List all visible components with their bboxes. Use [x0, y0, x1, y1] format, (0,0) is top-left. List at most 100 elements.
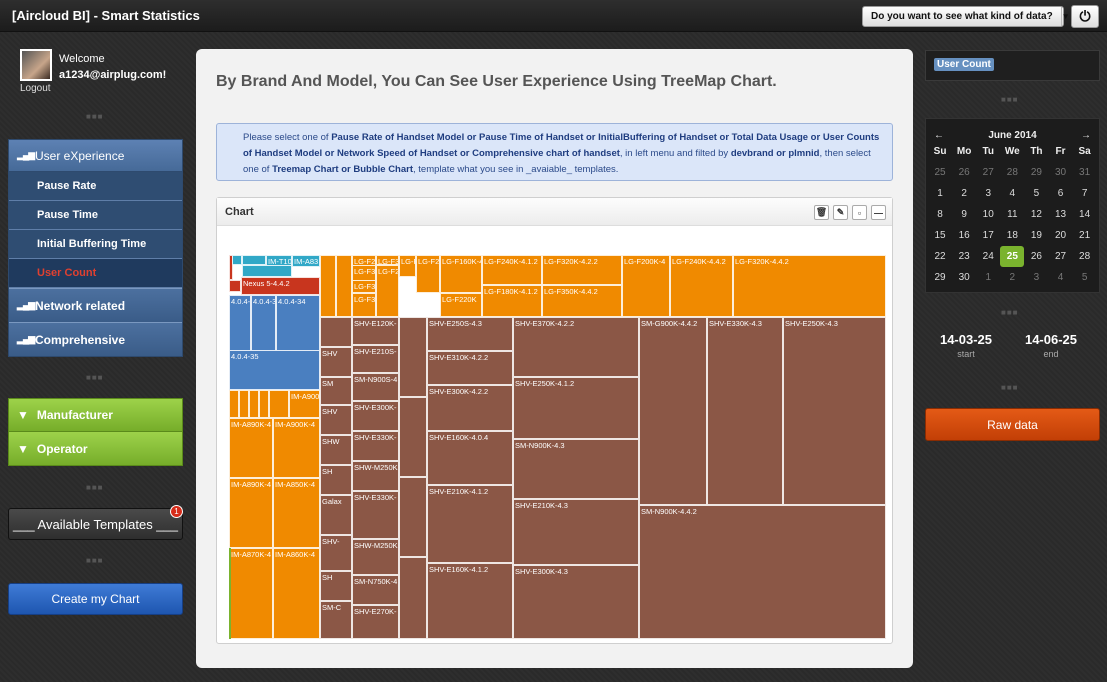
treemap-cell[interactable]: SHV-E330K- — [352, 491, 399, 539]
nav-item-pause-time[interactable]: Pause Time — [9, 201, 182, 230]
treemap-cell[interactable] — [259, 390, 269, 418]
calendar-day[interactable]: 23 — [952, 246, 976, 267]
treemap-cell[interactable] — [336, 255, 352, 317]
treemap-cell[interactable]: LG-F32 — [352, 293, 376, 317]
nav-user-experience[interactable]: ▂▄▆ User eXperience — [9, 140, 182, 172]
treemap-cell[interactable]: LG-F32 — [399, 255, 416, 277]
calendar-day[interactable]: 9 — [952, 204, 976, 225]
treemap-cell[interactable]: SHV-E300K-4.2.2 — [427, 385, 513, 431]
treemap-cell[interactable]: SHV-E330K-4.3 — [707, 317, 783, 505]
treemap-cell[interactable]: SHV-E210S- — [352, 345, 399, 373]
treemap-cell[interactable]: IM-A850K-4 — [273, 478, 320, 548]
calendar-day[interactable]: 28 — [1000, 162, 1024, 183]
treemap-cell[interactable]: SM-G900K-4.4.2 — [639, 317, 707, 505]
calendar-day[interactable]: 27 — [976, 162, 1000, 183]
treemap-cell[interactable]: LG-F200K-4 — [622, 255, 670, 317]
calendar-day[interactable]: 22 — [928, 246, 952, 267]
filter-operator[interactable]: ▼ Operator — [9, 432, 182, 465]
calendar-day[interactable]: 5 — [1024, 183, 1048, 204]
treemap-cell[interactable]: SM-C — [320, 601, 352, 639]
treemap-cell[interactable] — [269, 390, 289, 418]
available-templates-button[interactable]: ___ Available Templates ___ — [8, 508, 183, 540]
calendar-day[interactable]: 30 — [1048, 162, 1072, 183]
treemap-cell[interactable]: SHV-E300K- — [352, 401, 399, 431]
calendar-day[interactable]: 6 — [1048, 183, 1072, 204]
power-icon[interactable]: ⏻ — [1071, 5, 1099, 28]
calendar-day[interactable]: 3 — [976, 183, 1000, 204]
filter-manufacturer[interactable]: ▼ Manufacturer — [9, 399, 182, 432]
treemap-cell[interactable]: Galax — [320, 495, 352, 535]
treemap-cell[interactable]: Nexus 5-4.4.2 — [241, 277, 320, 295]
calendar-day[interactable]: 4 — [1048, 267, 1072, 288]
calendar-day[interactable]: 8 — [928, 204, 952, 225]
calendar-day[interactable]: 25 — [1000, 246, 1025, 267]
calendar-day[interactable]: 26 — [1024, 246, 1048, 267]
treemap-cell[interactable] — [399, 397, 427, 477]
treemap-cell[interactable]: SHV-E210K-4.3 — [513, 499, 639, 565]
calendar-day[interactable]: 5 — [1073, 267, 1097, 288]
calendar-day[interactable]: 14 — [1073, 204, 1097, 225]
treemap-cell[interactable]: LG-F160K-4.1 — [440, 255, 482, 293]
treemap-cell[interactable] — [242, 265, 292, 277]
calendar-day[interactable]: 7 — [1073, 183, 1097, 204]
treemap-cell[interactable]: SHV-E270K- — [352, 605, 399, 639]
treemap-cell[interactable]: IM-A83 — [292, 255, 320, 267]
treemap-cell[interactable]: SHV-E310K-4.2.2 — [427, 351, 513, 385]
calendar-day[interactable]: 28 — [1073, 246, 1097, 267]
trash-icon[interactable]: 🗑 — [814, 205, 829, 220]
treemap-cell[interactable]: IM-A870K-4 — [229, 548, 273, 639]
treemap-cell[interactable]: LG-F30 — [352, 280, 376, 293]
treemap-cell[interactable]: SHW-M250K — [352, 461, 399, 491]
nav-item-pause-rate[interactable]: Pause Rate — [9, 172, 182, 201]
calendar-day[interactable]: 24 — [976, 246, 1000, 267]
treemap-cell[interactable]: SHV-E330K- — [352, 431, 399, 461]
treemap-cell[interactable]: SM-N900S-4 — [352, 373, 399, 401]
treemap-cell[interactable]: IM-A860K-4 — [273, 548, 320, 639]
treemap-cell[interactable] — [229, 548, 231, 639]
treemap-cell[interactable] — [320, 255, 336, 317]
treemap-cell[interactable]: SM-N750K-4 — [352, 575, 399, 605]
calendar-day[interactable]: 29 — [928, 267, 952, 288]
nav-item-initial-buffering[interactable]: Initial Buffering Time — [9, 230, 182, 259]
treemap-cell[interactable]: SHV — [320, 347, 352, 377]
data-type-select[interactable]: Do you want to see what kind of data? ▼ — [862, 6, 1070, 27]
treemap-cell[interactable]: SHV-E250K-4.3 — [783, 317, 886, 505]
calendar-day[interactable]: 25 — [928, 162, 952, 183]
calendar-day[interactable]: 31 — [1073, 162, 1097, 183]
treemap-cell[interactable] — [399, 317, 427, 397]
calendar-day[interactable]: 4 — [1000, 183, 1024, 204]
treemap-cell[interactable]: SHV-E250K-4.1.2 — [513, 377, 639, 439]
treemap-cell[interactable]: SHV-E250S-4.3 — [427, 317, 513, 351]
treemap-cell[interactable]: LG-F240K-4.4.2 — [670, 255, 733, 317]
nav-item-user-count[interactable]: User Count — [9, 259, 182, 288]
pencil-icon[interactable]: ✎ — [833, 205, 848, 220]
calendar-day[interactable]: 1 — [928, 183, 952, 204]
treemap-cell[interactable]: IM-A890K-4 — [229, 478, 273, 548]
calendar-day[interactable]: 21 — [1073, 225, 1097, 246]
treemap-cell[interactable]: IM-A900K-4 — [289, 390, 320, 418]
treemap-cell[interactable] — [320, 317, 352, 347]
treemap-cell[interactable]: SHV-E120K- — [352, 317, 399, 345]
treemap-cell[interactable]: LG-F220K — [440, 293, 482, 317]
raw-data-button[interactable]: Raw data — [925, 408, 1100, 441]
logout-link[interactable]: Logout — [20, 83, 51, 94]
treemap-cell[interactable]: SHV-E160K-4.1.2 — [427, 563, 513, 639]
treemap-cell[interactable]: LG-F220 — [416, 255, 440, 293]
calendar-day[interactable]: 11 — [1000, 204, 1024, 225]
treemap-cell[interactable]: LG-F350K-4.4.2 — [542, 285, 622, 317]
treemap-cell[interactable] — [239, 390, 249, 418]
minimize-icon[interactable]: — — [871, 205, 886, 220]
calendar-day[interactable]: 2 — [1000, 267, 1024, 288]
treemap-cell[interactable]: LG-F220 — [376, 265, 399, 317]
treemap-cell[interactable]: LG-F320K-4.4.2 — [733, 255, 886, 317]
calendar-day[interactable]: 17 — [976, 225, 1000, 246]
treemap-cell[interactable]: IM-A900K-4 — [273, 418, 320, 478]
treemap-cell[interactable] — [229, 280, 241, 292]
calendar-day[interactable]: 12 — [1024, 204, 1048, 225]
treemap-cell[interactable]: SHV-E300K-4.3 — [513, 565, 639, 639]
caret-down-icon[interactable]: ▼ — [1060, 7, 1070, 26]
treemap-cell[interactable]: SHW — [320, 435, 352, 465]
calendar-day[interactable]: 19 — [1024, 225, 1048, 246]
calendar-day[interactable]: 29 — [1024, 162, 1048, 183]
arrow-left-icon[interactable]: ← — [934, 130, 944, 141]
